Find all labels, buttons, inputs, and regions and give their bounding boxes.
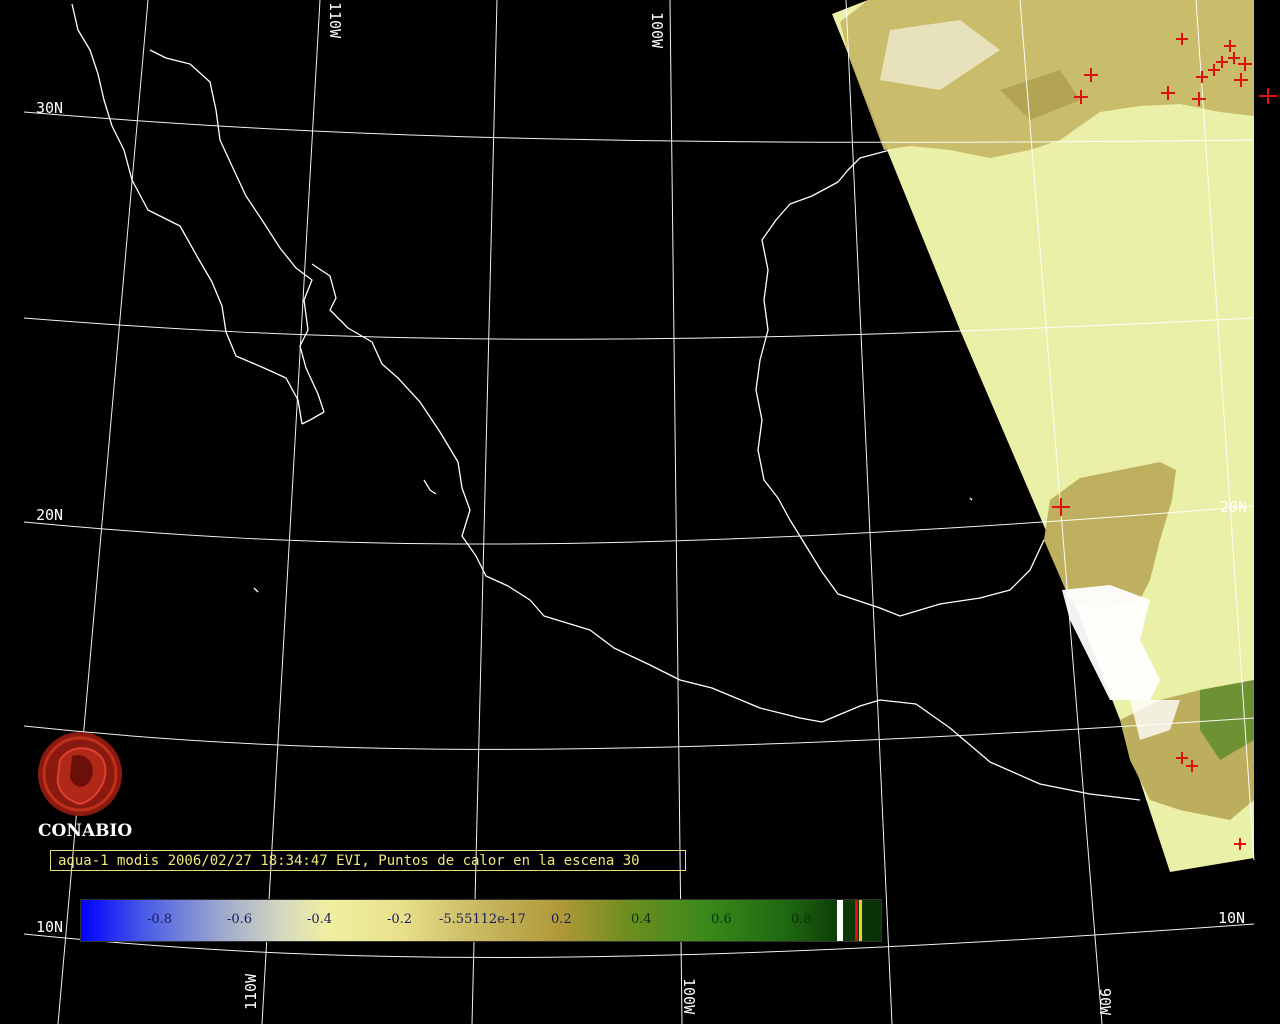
label-lat-20n-right: 20N [1220,498,1247,516]
label-lon-100w-bottom: 100W [680,978,698,1015]
legend-tick: 0.6 [711,912,732,927]
legend-tick: -0.6 [227,912,253,927]
evi-color-legend: -0.8 -0.6 -0.4 -0.2 -5.55112e-17 0.2 0.4… [80,899,882,942]
logo-name: CONABIO [38,821,133,841]
label-lon-110w-bottom: 110W [242,973,260,1010]
label-lat-20n: 20N [36,506,63,524]
label-lon-110w-top: 110W [326,2,344,39]
legend-swatch-extra [859,900,862,941]
label-lon-100w-top: 100W [648,12,666,49]
legend-swatch-cloud [837,900,843,941]
legend-tick: -0.2 [387,912,413,927]
legend-swatch-hotspot [855,900,858,941]
legend-tick: -0.4 [307,912,333,927]
label-lat-30n: 30N [36,99,63,117]
legend-tick: -5.55112e-17 [439,912,526,927]
label-lat-10n-right: 10N [1218,909,1245,927]
label-lon-90w-bottom: 90W [1096,988,1114,1016]
legend-tick: 0.4 [631,912,652,927]
scene-caption: aqua-1 modis 2006/02/27 18:34:47 EVI, Pu… [50,850,686,871]
legend-tick: 0.8 [791,912,812,927]
legend-tick: -0.8 [147,912,173,927]
conabio-logo [38,732,122,816]
legend-tick: 0.2 [551,912,572,927]
label-lat-10n: 10N [36,918,63,936]
